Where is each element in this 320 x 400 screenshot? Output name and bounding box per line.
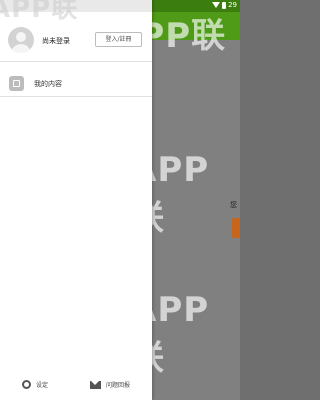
settings-label: 设定 [36,382,49,389]
battery-icon [222,1,227,9]
menu-item-my-content[interactable]: 我的内容 [0,70,152,97]
avatar[interactable] [8,27,34,53]
status-time: 29 [228,1,237,9]
avatar-head-shape [16,32,26,42]
profile-header: 尚未登录 登入/註冊 [0,12,152,62]
drawer-footer: 设定 问题回报 [0,374,152,398]
status-icons: 29 [212,1,237,9]
background-button[interactable] [232,218,240,238]
menu-item-label: 我的内容 [34,80,62,88]
feedback-button[interactable]: 问题回报 [90,380,130,389]
background-text: 您 [230,201,237,209]
settings-button[interactable]: 设定 [22,380,48,389]
avatar-body-shape [11,44,31,53]
mail-icon [90,380,101,389]
drawer-status-bar [0,0,152,12]
login-register-button[interactable]: 登入/註冊 [95,32,142,47]
username-label: 尚未登录 [42,37,70,45]
content-icon [9,76,24,91]
feedback-label: 问题回报 [106,382,131,389]
gear-icon [22,380,31,389]
navigation-drawer: 尚未登录 登入/註冊 我的内容 设定 问题回报 [0,0,152,400]
wifi-icon [212,2,221,8]
